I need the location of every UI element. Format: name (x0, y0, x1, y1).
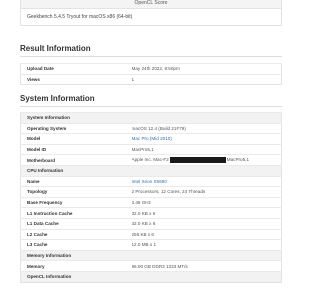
motherboard-value: Apple Inc. Mac-F2 MacPro5,1 (131, 154, 282, 166)
table-row: L1 Data Cache 32.0 KB x 6 (20, 217, 282, 230)
cpu-name-label: Name (20, 175, 132, 187)
system-information-section: System Information System Information Op… (20, 94, 282, 283)
cpu-information-header: CPU Information (20, 164, 282, 177)
views-label: Views (20, 73, 132, 85)
table-row: Upload Date May 24th 2022, 9:50pm (20, 63, 282, 75)
l1-instruction-cache-label: L1 Instruction Cache (20, 207, 132, 219)
system-information-title: System Information (20, 94, 282, 107)
system-information-table: System Information Operating System macO… (20, 112, 282, 283)
table-row: Model ID MacPro5,1 (20, 143, 282, 155)
system-information-header: System Information (20, 112, 282, 124)
table-section-header: OpenCL Information (20, 270, 282, 282)
upload-date-value: May 24th 2022, 9:50pm (131, 63, 282, 75)
table-section-header: System Information (20, 112, 282, 124)
upload-date-label: Upload Date (20, 63, 132, 75)
table-row: Base Frequency 3.46 GHz (20, 196, 282, 208)
score-summary-box: OpenCL Score Geekbench 5.4.5 Tryout for … (20, 0, 282, 26)
result-information-table: Upload Date May 24th 2022, 9:50pm Views … (20, 63, 282, 86)
model-id-label: Model ID (20, 143, 132, 155)
operating-system-label: Operating System (20, 122, 132, 134)
l2-cache-label: L2 Cache (20, 228, 132, 240)
l3-cache-label: L3 Cache (20, 239, 132, 251)
base-frequency-label: Base Frequency (20, 196, 132, 208)
table-row: L1 Instruction Cache 32.0 KB x 6 (20, 207, 282, 219)
table-row: Name Intel Xeon X5690 (20, 175, 282, 187)
table-row: Topology 2 Processors, 12 Cores, 24 Thre… (20, 186, 282, 198)
l2-cache-value: 256 KB x 6 (131, 228, 282, 240)
views-value: 1 (131, 73, 282, 85)
model-link[interactable]: Mac Pro (Mid 2010) (131, 133, 282, 145)
l1-data-cache-label: L1 Data Cache (20, 217, 132, 230)
table-row: L2 Cache 256 KB x 6 (20, 228, 282, 240)
table-section-header: Memory Information (20, 249, 282, 261)
table-row: Motherboard Apple Inc. Mac-F2 MacPro5,1 (20, 154, 282, 166)
table-row: Model Mac Pro (Mid 2010) (20, 133, 282, 145)
table-section-header: CPU Information (20, 164, 282, 177)
model-label: Model (20, 133, 132, 145)
result-information-section: Result Information Upload Date May 24th … (20, 44, 282, 86)
cpu-name-link[interactable]: Intel Xeon X5690 (131, 175, 282, 187)
motherboard-value-prefix: Apple Inc. Mac-F2 (131, 157, 169, 163)
motherboard-label: Motherboard (20, 154, 132, 166)
base-frequency-value: 3.46 GHz (131, 196, 282, 208)
table-row: Views 1 (20, 73, 282, 85)
topology-value: 2 Processors, 12 Cores, 24 Threads (131, 186, 282, 198)
operating-system-value: macOS 12.4 (Build 21F79) (131, 122, 282, 134)
opencl-information-header: OpenCL Information (20, 270, 282, 282)
model-id-value: MacPro5,1 (131, 143, 282, 155)
opencl-score-label: OpenCL Score (21, 0, 281, 9)
l1-instruction-cache-value: 32.0 KB x 6 (131, 207, 282, 219)
l3-cache-value: 12.0 MB x 1 (131, 239, 282, 251)
table-row: Memory 96.00 GB DDR3 1333 MT/s (20, 260, 282, 272)
table-row: L3 Cache 12.0 MB x 1 (20, 239, 282, 251)
memory-value: 96.00 GB DDR3 1333 MT/s (131, 260, 282, 272)
page-content: OpenCL Score Geekbench 5.4.5 Tryout for … (20, 0, 282, 283)
motherboard-value-suffix: MacPro5,1 (226, 157, 249, 163)
table-row: Operating System macOS 12.4 (Build 21F79… (20, 122, 282, 134)
memory-label: Memory (20, 260, 132, 272)
topology-label: Topology (20, 186, 132, 198)
benchmark-version-text: Geekbench 5.4.5 Tryout for macOS x86 (64… (27, 14, 133, 20)
memory-information-header: Memory Information (20, 249, 282, 261)
result-information-title: Result Information (20, 44, 282, 57)
l1-data-cache-value: 32.0 KB x 6 (131, 217, 282, 230)
redaction-bar (169, 157, 226, 164)
